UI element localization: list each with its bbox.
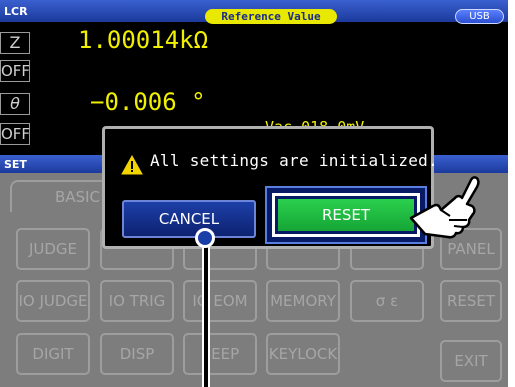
param-z-value: 1.00014kΩ xyxy=(78,26,209,54)
usb-badge: USB xyxy=(455,9,504,24)
digit-button[interactable]: DIGIT xyxy=(16,333,90,375)
dialog-message: All settings are initialized. xyxy=(150,151,439,170)
disp-button[interactable]: DISP xyxy=(100,333,174,375)
reset-button-highlight: RESET xyxy=(265,186,427,244)
param-theta-box: θ xyxy=(0,93,30,115)
keylock-button[interactable]: KEYLOCK xyxy=(266,333,340,375)
beep-button[interactable]: BEEP xyxy=(183,333,257,375)
set-label: SET xyxy=(4,158,27,171)
reference-value-badge: Reference Value xyxy=(205,9,337,24)
mode-label: LCR xyxy=(4,5,28,18)
tab-basic[interactable]: BASIC xyxy=(10,180,110,212)
memory-button[interactable]: MEMORY xyxy=(266,280,340,322)
off-box-1: OFF xyxy=(0,60,31,82)
cancel-button[interactable]: CANCEL xyxy=(122,200,256,238)
callout-line xyxy=(202,237,210,387)
exit-button[interactable]: EXIT xyxy=(440,340,502,382)
confirm-dialog: All settings are initialized. CANCEL RES… xyxy=(102,126,438,249)
reset-bg-button[interactable]: RESET xyxy=(440,280,502,322)
off-box-2: OFF xyxy=(0,123,31,145)
callout-dot xyxy=(195,228,215,248)
warning-icon xyxy=(121,155,143,175)
reset-button[interactable]: RESET xyxy=(278,199,414,231)
sigma-button[interactable]: σ ε xyxy=(350,280,424,322)
io-trig-button[interactable]: IO TRIG xyxy=(100,280,174,322)
io-eom-button[interactable]: IO EOM xyxy=(183,280,257,322)
instrument-screen: LCR Reference Value USB Z 1.00014kΩ OFF … xyxy=(0,0,508,387)
judge-button[interactable]: JUDGE xyxy=(16,228,90,270)
pointing-hand-icon xyxy=(409,176,480,239)
param-z-box: Z xyxy=(0,32,30,54)
param-theta-value: −0.006 ° xyxy=(90,88,206,116)
io-judge-button[interactable]: IO JUDGE xyxy=(16,280,90,322)
